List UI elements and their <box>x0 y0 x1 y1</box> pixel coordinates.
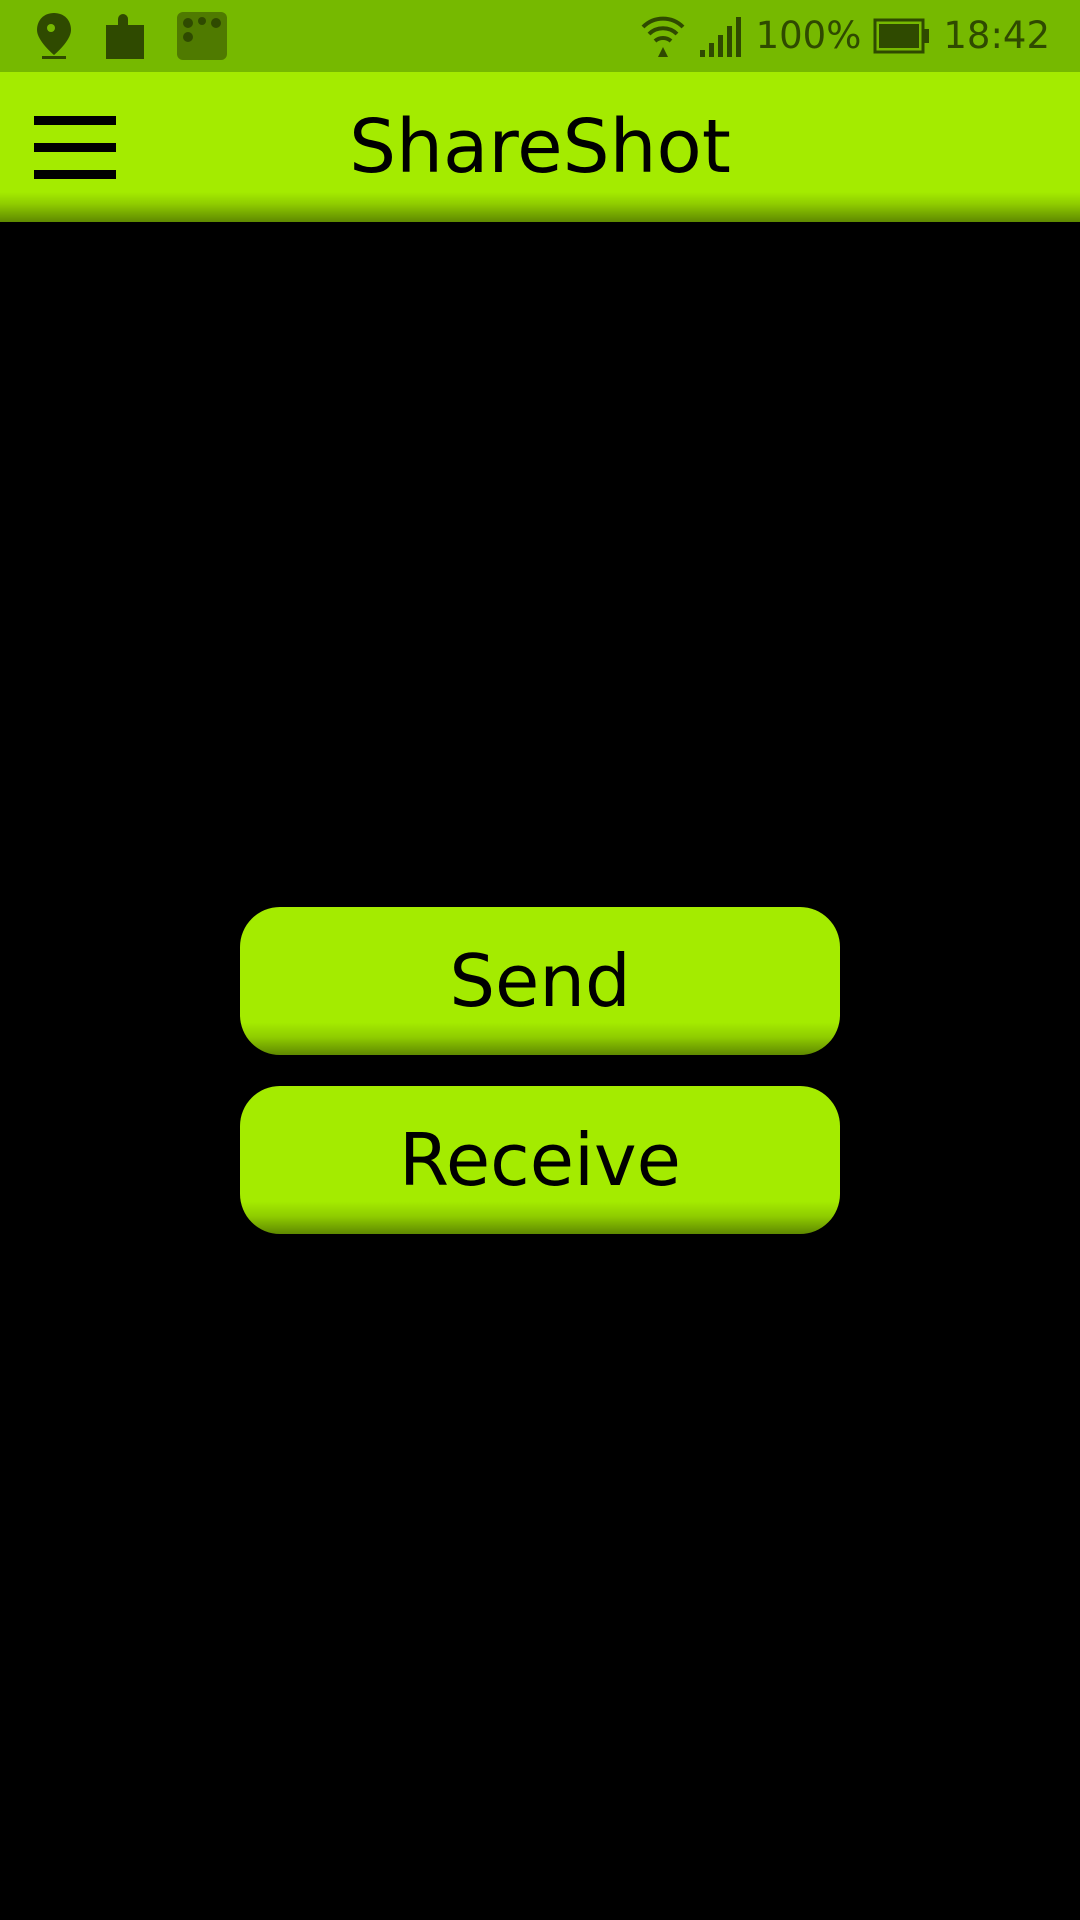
receive-button[interactable]: Receive <box>240 1086 840 1234</box>
battery-percent: 100% <box>755 14 862 57</box>
group-icon <box>176 11 228 61</box>
send-button[interactable]: Send <box>240 907 840 1055</box>
app-title: ShareShot <box>349 104 731 190</box>
location-pin-icon <box>34 11 74 61</box>
clock: 18:42 <box>943 14 1050 57</box>
status-bar: 100% 18:42 <box>0 0 1080 72</box>
battery-icon <box>873 18 931 54</box>
notification-icons <box>34 10 228 62</box>
puzzle-icon <box>102 11 148 61</box>
receive-button-label: Receive <box>399 1118 681 1202</box>
wifi-icon <box>640 13 686 59</box>
send-button-label: Send <box>449 939 631 1023</box>
screen: 100% 18:42 ShareShot Send Receive <box>0 0 1080 1920</box>
system-status: 100% 18:42 <box>640 10 1050 62</box>
signal-icon <box>698 14 744 58</box>
app-bar: ShareShot <box>0 72 1080 222</box>
